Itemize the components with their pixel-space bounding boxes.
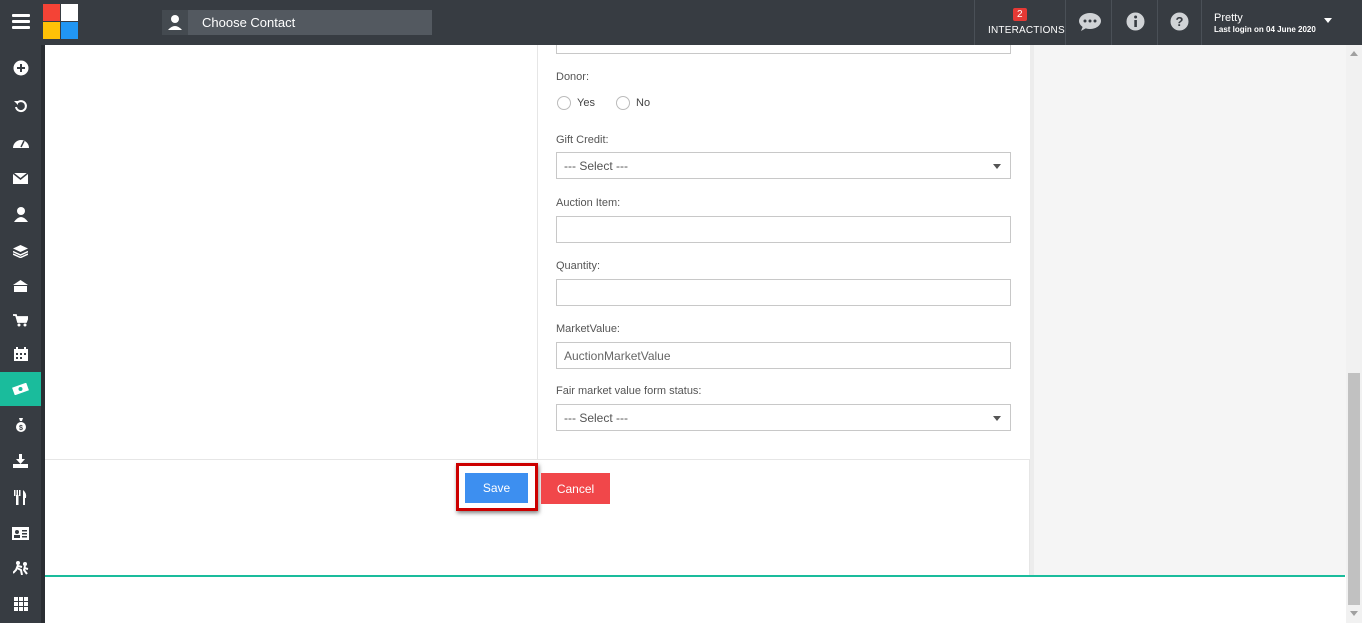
gift-credit-value: --- Select --- (564, 159, 628, 173)
chevron-down-icon (993, 164, 1001, 169)
save-button[interactable]: Save (465, 473, 528, 503)
scrollbar-thumb[interactable] (1348, 373, 1360, 605)
donor-no-radio[interactable] (616, 96, 630, 110)
contact-card-icon[interactable] (0, 516, 41, 550)
quantity-input[interactable] (556, 279, 1011, 306)
quantity-label: Quantity: (556, 260, 601, 272)
chevron-down-icon (993, 416, 1001, 421)
apps-icon[interactable] (0, 587, 41, 621)
menu-icon[interactable] (12, 14, 30, 30)
form-bottom-divider (45, 459, 1030, 460)
cancel-button[interactable]: Cancel (541, 473, 610, 504)
column-divider (537, 45, 538, 459)
dashboard-icon[interactable] (0, 126, 41, 160)
download-icon[interactable] (0, 444, 41, 478)
interactions-label: INTERACTIONS (988, 25, 1065, 36)
svg-text:$: $ (19, 425, 23, 432)
form-right-divider (1029, 459, 1030, 575)
bank-icon[interactable] (0, 269, 41, 303)
fmv-status-label: Fair market value form status: (556, 385, 702, 397)
donor-no-label: No (636, 97, 651, 109)
donor-yes-radio[interactable] (557, 96, 571, 110)
help-icon: ? (1170, 12, 1189, 31)
donor-label: Donor: (556, 71, 590, 83)
market-value-label: MarketValue: (556, 323, 620, 335)
top-bar: Choose Contact 2 INTERACTIONS ? Pretty L… (0, 0, 1362, 45)
fmv-status-select[interactable]: --- Select --- (556, 404, 1011, 431)
last-login: Last login on 04 June 2020 (1214, 25, 1316, 34)
person-icon[interactable] (0, 197, 41, 231)
user-name: Pretty (1214, 12, 1243, 24)
donation-icon[interactable] (0, 372, 41, 406)
scrollbar[interactable] (1346, 45, 1362, 623)
market-value-placeholder: AuctionMarketValue (564, 349, 671, 363)
donor-yes-label: Yes (577, 97, 595, 109)
interactions-button[interactable]: 2 INTERACTIONS (974, 0, 1065, 45)
add-icon[interactable] (0, 51, 41, 85)
auction-item-input[interactable] (556, 216, 1011, 243)
auction-item-label: Auction Item: (556, 197, 621, 209)
scroll-up-icon[interactable] (1350, 51, 1358, 56)
previous-field-input[interactable] (556, 45, 1011, 54)
accent-divider (45, 575, 1345, 577)
history-icon[interactable] (0, 89, 41, 123)
choose-contact-field[interactable]: Choose Contact (162, 10, 432, 35)
person-icon (162, 10, 188, 35)
run-icon[interactable] (0, 551, 41, 585)
cart-icon[interactable] (0, 303, 41, 337)
chat-button[interactable] (1065, 0, 1112, 45)
layers-icon[interactable] (0, 234, 41, 268)
right-panel (1030, 45, 1350, 575)
app-logo[interactable] (43, 4, 79, 41)
sidebar: $ (0, 45, 45, 623)
info-button[interactable] (1111, 0, 1158, 45)
chevron-down-icon (1324, 18, 1332, 23)
market-value-input[interactable]: AuctionMarketValue (556, 342, 1011, 369)
fmv-status-value: --- Select --- (564, 411, 628, 425)
chat-icon (1079, 13, 1101, 31)
help-button[interactable]: ? (1157, 0, 1202, 45)
user-menu[interactable]: Pretty Last login on 04 June 2020 (1201, 0, 1348, 45)
gift-credit-label: Gift Credit: (556, 134, 609, 146)
svg-text:?: ? (1176, 14, 1184, 29)
mail-icon[interactable] (0, 161, 41, 195)
money-bag-icon[interactable]: $ (0, 408, 41, 442)
gift-credit-select[interactable]: --- Select --- (556, 152, 1011, 179)
dining-icon[interactable] (0, 480, 41, 514)
interactions-badge: 2 (1013, 8, 1027, 21)
choose-contact-label: Choose Contact (202, 15, 296, 30)
info-icon (1126, 12, 1145, 31)
calendar-icon[interactable] (0, 337, 41, 371)
scroll-down-icon[interactable] (1350, 611, 1358, 616)
